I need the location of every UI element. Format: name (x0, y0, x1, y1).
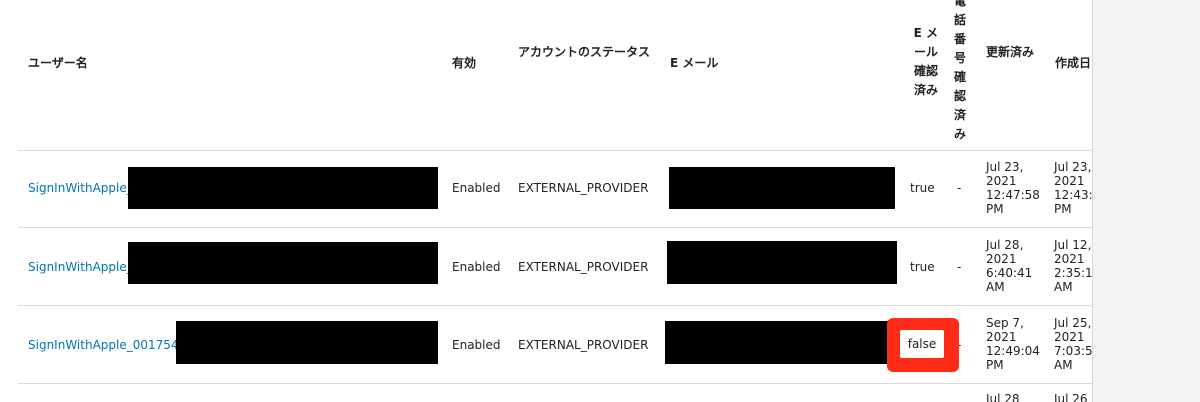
row2-phone-verified: - (957, 260, 962, 274)
row1-username-link[interactable]: SignInWithApple_ (28, 181, 133, 195)
row1-status: EXTERNAL_PROVIDER (518, 181, 649, 195)
row1-updated: Jul 23, 2021 12:47:58 PM (986, 160, 1040, 216)
row2-enabled: Enabled (452, 260, 501, 274)
row3-username-redaction (176, 321, 438, 364)
row2-email-redaction (667, 241, 897, 284)
row3-updated: Sep 7, 2021 12:49:04 PM (986, 316, 1040, 372)
header-phone-verified[interactable]: 電話番号確認済み (954, 0, 966, 144)
row4-created: Jul 26 (1054, 392, 1088, 402)
row1-username-redaction (128, 167, 438, 209)
row3-divider (18, 383, 1145, 384)
row3-email-verified: false (900, 330, 944, 358)
row4-updated: Jul 28 (986, 392, 1020, 402)
users-table: ユーザー名 有効 アカウントのステータス E メール E メール確認済み 電話番… (18, 0, 1145, 402)
header-divider (18, 150, 1145, 151)
row1-email-verified: true (910, 181, 935, 195)
row1-enabled: Enabled (452, 181, 501, 195)
row2-updated: Jul 28, 2021 6:40:41 AM (986, 238, 1033, 294)
row2-status: EXTERNAL_PROVIDER (518, 260, 649, 274)
row1-email-redaction (669, 167, 895, 209)
row3-enabled: Enabled (452, 338, 501, 352)
row1-phone-verified: - (957, 181, 962, 195)
header-email-verified[interactable]: E メール確認済み (908, 24, 938, 100)
header-email[interactable]: E メール (670, 54, 718, 73)
row3-status: EXTERNAL_PROVIDER (518, 338, 649, 352)
row2-divider (18, 305, 1145, 306)
right-side-panel (1092, 0, 1200, 402)
row3-username-link[interactable]: SignInWithApple_001754. (28, 338, 182, 352)
row2-username-redaction (128, 242, 438, 284)
row1-divider (18, 227, 1145, 228)
header-username[interactable]: ユーザー名 (28, 54, 88, 73)
user-pool-users-table-page: ユーザー名 有効 アカウントのステータス E メール E メール確認済み 電話番… (0, 0, 1200, 402)
header-status[interactable]: アカウントのステータス (518, 43, 658, 62)
header-enabled[interactable]: 有効 (452, 54, 476, 73)
header-updated[interactable]: 更新済み (986, 43, 1036, 62)
row3-email-redaction (665, 321, 897, 364)
header-created[interactable]: 作成日 (1055, 54, 1091, 73)
row2-email-verified: true (910, 260, 935, 274)
row2-username-link[interactable]: SignInWithApple_ (28, 260, 133, 274)
